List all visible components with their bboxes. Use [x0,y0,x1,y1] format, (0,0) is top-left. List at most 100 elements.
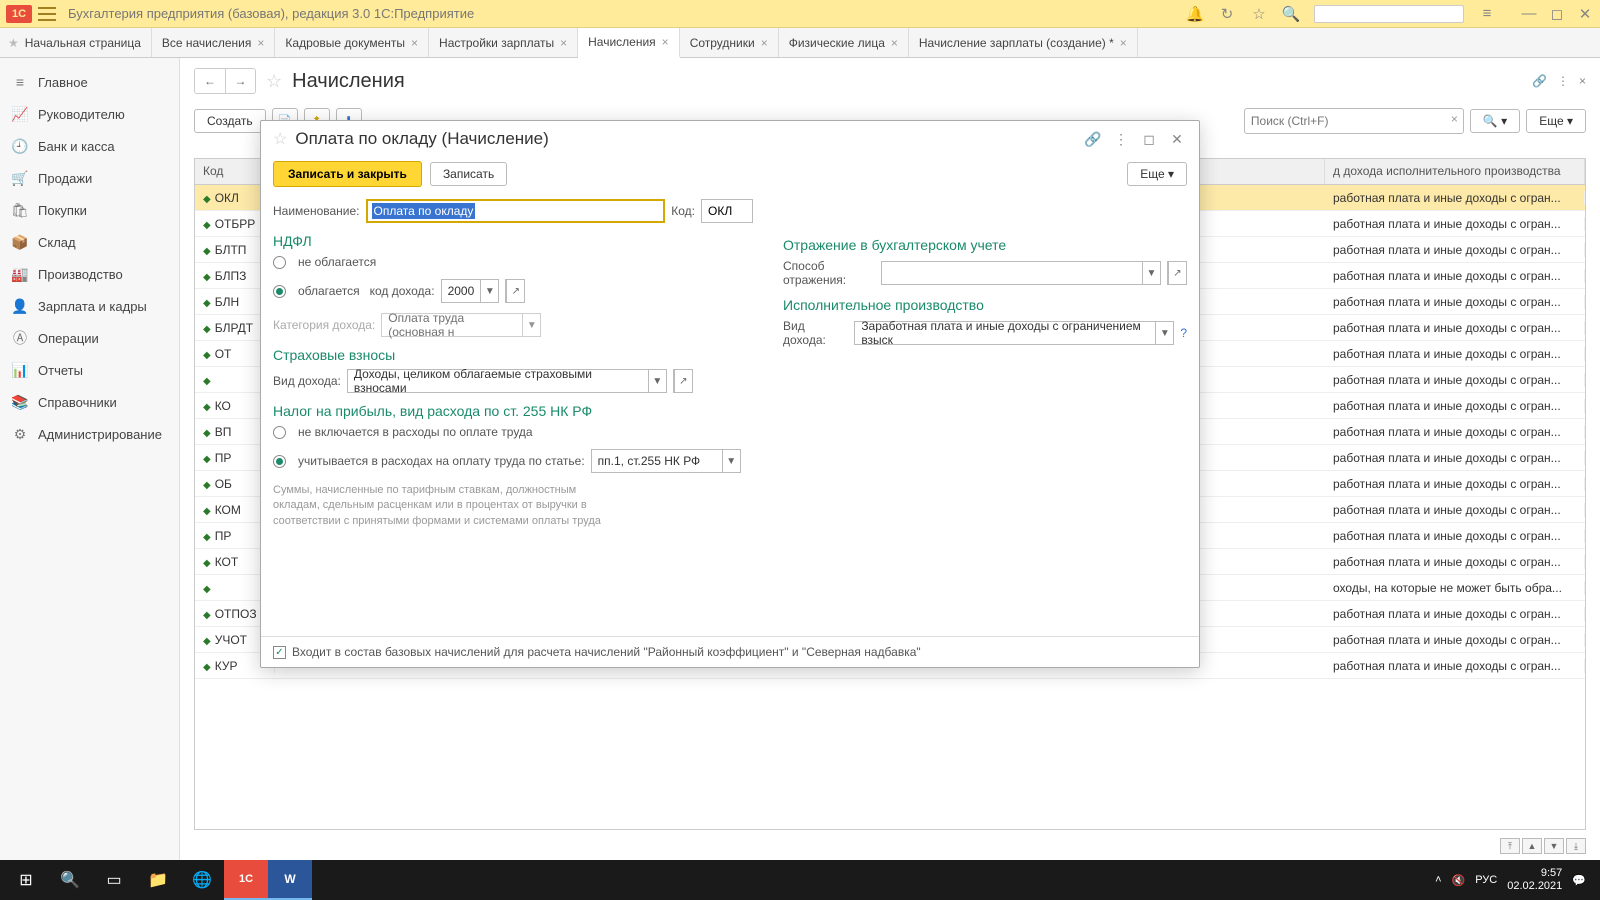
income-code-combo[interactable]: 2000▼ [441,279,500,303]
tab-hr-docs[interactable]: Кадровые документы× [275,28,429,57]
category-label: Категория дохода: [273,318,375,332]
hamburger-icon[interactable] [38,7,56,21]
tray-expand-icon[interactable]: ˄ [1435,874,1441,886]
save-close-button[interactable]: Записать и закрыть [273,161,422,187]
profit-no-radio[interactable] [273,426,286,439]
category-combo[interactable]: Оплата труда (основная н▼ [381,313,541,337]
column-header-income[interactable]: д дохода исполнительного производства [1325,159,1585,184]
search-icon[interactable]: 🔍 [1282,5,1300,23]
favorite-icon[interactable]: ☆ [273,129,287,149]
ndfl-yes-radio[interactable] [273,285,286,298]
maximize-icon[interactable]: ◻ [1139,131,1159,148]
sidebar-label: Операции [38,331,99,346]
help-icon[interactable]: ? [1180,326,1187,340]
tab-employees[interactable]: Сотрудники× [680,28,779,57]
1c-button[interactable]: 1C [224,860,268,900]
link-icon[interactable]: 🔗 [1532,74,1547,88]
close-icon[interactable]: ✕ [1167,131,1187,148]
close-icon[interactable]: × [257,36,264,50]
title-search-input[interactable] [1314,5,1464,23]
notifications-icon[interactable]: 💬 [1572,874,1586,887]
minimize-button[interactable]: — [1520,5,1538,23]
explorer-button[interactable]: 📁 [136,860,180,900]
lang-indicator[interactable]: РУС [1475,874,1497,886]
scroll-up-button[interactable]: ▲ [1522,838,1542,854]
favorite-icon[interactable]: ☆ [266,71,282,92]
link-icon[interactable]: 🔗 [1083,131,1103,148]
sidebar-item-manager[interactable]: 📈Руководителю [0,98,179,130]
search-button[interactable]: 🔍 [48,860,92,900]
reflection-combo[interactable]: ▼ [881,261,1161,285]
create-button[interactable]: Создать [194,109,266,133]
taskview-button[interactable]: ▭ [92,860,136,900]
more-icon[interactable]: ⋮ [1557,74,1569,88]
cart-icon: 🛒 [12,170,28,186]
start-button[interactable]: ⊞ [4,860,48,900]
more-icon[interactable]: ⋮ [1111,131,1131,148]
scroll-bottom-button[interactable]: ⤓ [1566,838,1586,854]
name-input[interactable]: Оплата по окладу [366,199,666,223]
code-input[interactable] [701,199,753,223]
more-button[interactable]: Еще ▾ [1526,109,1586,133]
tab-individuals[interactable]: Физические лица× [779,28,909,57]
sidebar-item-bank[interactable]: 🕘Банк и касса [0,130,179,162]
close-icon[interactable]: × [1120,36,1127,50]
tab-label: Начисления [588,35,656,49]
sidebar-item-sales[interactable]: 🛒Продажи [0,162,179,194]
base-accrual-label: Входит в состав базовых начислений для р… [292,645,921,659]
maximize-button[interactable]: ◻ [1548,5,1566,23]
volume-icon[interactable]: 🔇 [1452,874,1466,887]
scroll-top-button[interactable]: ⤒ [1500,838,1520,854]
profit-article-combo[interactable]: пп.1, ст.255 НК РФ▼ [591,449,741,473]
search-dropdown-button[interactable]: 🔍 ▾ [1470,109,1520,133]
ops-icon: Ⓐ [12,330,28,346]
sidebar-item-reports[interactable]: 📊Отчеты [0,354,179,386]
save-button[interactable]: Записать [430,162,507,186]
close-icon[interactable]: × [411,36,418,50]
sidebar-item-admin[interactable]: ⚙Администрирование [0,418,179,450]
chrome-button[interactable]: 🌐 [180,860,224,900]
close-icon[interactable]: × [891,36,898,50]
tab-accruals[interactable]: Начисления × [578,28,680,58]
sidebar-item-salary[interactable]: 👤Зарплата и кадры [0,290,179,322]
word-button[interactable]: W [268,860,312,900]
history-icon[interactable]: ↻ [1218,5,1236,23]
income-code-open[interactable]: ↗ [505,279,525,303]
sidebar-item-warehouse[interactable]: 📦Склад [0,226,179,258]
forward-button[interactable]: → [225,69,255,93]
enf-type-combo[interactable]: Заработная плата и иные доходы с огранич… [854,321,1174,345]
close-icon[interactable]: × [662,35,669,49]
ndfl-no-radio[interactable] [273,256,286,269]
dialog-more-button[interactable]: Еще ▾ [1127,162,1187,186]
tab-salary-settings[interactable]: Настройки зарплаты× [429,28,578,57]
back-button[interactable]: ← [195,69,225,93]
scroll-down-button[interactable]: ▼ [1544,838,1564,854]
sidebar-item-production[interactable]: 🏭Производство [0,258,179,290]
factory-icon: 🏭 [12,266,28,282]
close-page-icon[interactable]: × [1579,74,1586,88]
sidebar-item-purchases[interactable]: 🛍Покупки [0,194,179,226]
income-type-combo[interactable]: Доходы, целиком облагаемые страховыми вз… [347,369,667,393]
profit-hint: Суммы, начисленные по тарифным ставкам, … [273,483,613,529]
clock[interactable]: 9:5702.02.2021 [1507,867,1562,893]
tab-salary-calc[interactable]: Начисление зарплаты (создание) *× [909,28,1138,57]
clear-icon[interactable]: × [1451,112,1458,126]
reflection-open[interactable]: ↗ [1167,261,1187,285]
sidebar-item-operations[interactable]: Ⓐ Операции [0,322,179,354]
profit-yes-radio[interactable] [273,455,286,468]
tab-all-accruals[interactable]: Все начисления× [152,28,276,57]
tab-home[interactable]: ★Начальная страница [0,28,152,57]
sidebar-item-handbooks[interactable]: 📚Справочники [0,386,179,418]
tab-label: Начальная страница [25,36,141,50]
close-button[interactable]: ✕ [1576,5,1594,23]
star-icon[interactable]: ☆ [1250,5,1268,23]
sidebar-item-main[interactable]: ≡Главное [0,66,179,98]
income-type-open[interactable]: ↗ [673,369,693,393]
bell-icon[interactable]: 🔔 [1186,5,1204,23]
page-header: ← → ☆ Начисления 🔗 ⋮ × [180,58,1600,104]
close-icon[interactable]: × [761,36,768,50]
search-input[interactable] [1244,108,1464,134]
filter-icon[interactable]: ≡ [1478,5,1496,23]
close-icon[interactable]: × [560,36,567,50]
base-accrual-checkbox[interactable]: ✓ [273,646,286,659]
